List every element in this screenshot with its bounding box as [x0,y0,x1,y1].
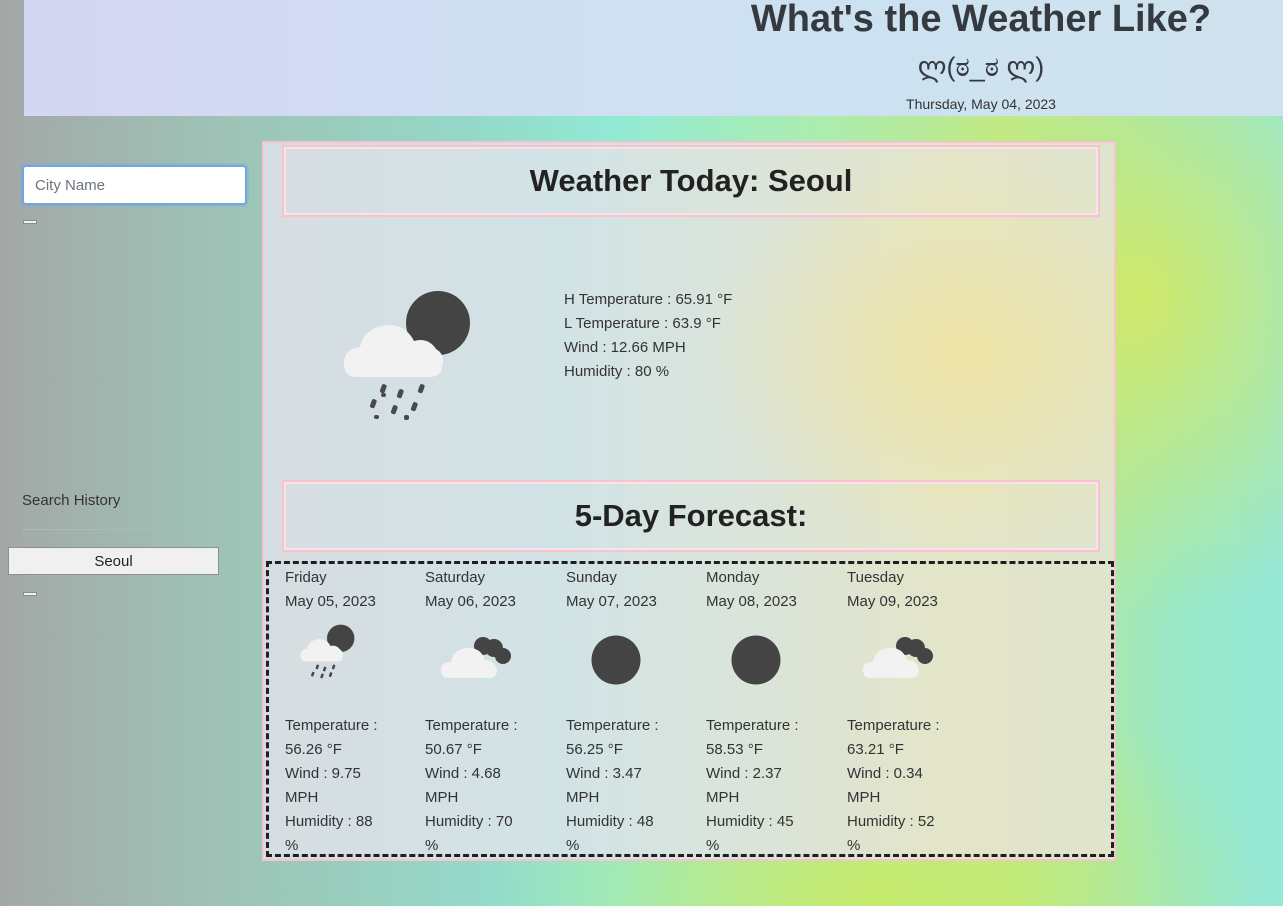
forecast-temp: 58.53 °F [706,741,763,758]
forecast-humidity-unit: % [425,837,439,854]
forecast-wind-unit: MPH [566,789,600,806]
today-heading: Weather Today: Seoul [529,163,853,198]
forecast-card-saturday: Saturday May 06, 2023 Temperature : 50.6… [425,566,560,858]
forecast-date: May 05, 2023 [285,593,376,610]
night-cloud-rain-icon [285,614,420,714]
forecast-temp-label: Temperature : [285,717,378,734]
forecast-temp: 56.26 °F [285,741,342,758]
search-button[interactable] [23,220,37,224]
search-history-label: Search History [22,492,121,509]
today-low-temp: L Temperature : 63.9 °F [564,315,721,332]
forecast-card-tuesday: Tuesday May 09, 2023 Temperature : 63.21… [847,566,982,858]
forecast-wind: Wind : 3.47 [566,765,642,782]
today-heading-box: Weather Today: Seoul [282,145,1100,217]
forecast-humidity: Humidity : 52 [847,813,935,830]
forecast-card-monday: Monday May 08, 2023 Temperature : 58.53 … [706,566,841,858]
moon-clear-icon [566,614,701,714]
today-stats: H Temperature : 65.91 °F L Temperature :… [564,288,732,384]
forecast-day-name: Sunday [566,569,617,586]
forecast-humidity: Humidity : 88 [285,813,373,830]
forecast-humidity-unit: % [847,837,861,854]
current-date: Thursday, May 04, 2023 [906,96,1056,112]
forecast-temp: 50.67 °F [425,741,482,758]
forecast-wind: Wind : 4.68 [425,765,501,782]
forecast-day-name: Friday [285,569,327,586]
forecast-wind-unit: MPH [425,789,459,806]
forecast-card-friday: Friday May 05, 2023 Temperature : 56.26 … [285,566,420,858]
forecast-humidity-unit: % [285,837,299,854]
moon-clear-icon [706,614,841,714]
forecast-temp-label: Temperature : [706,717,799,734]
clear-history-button[interactable] [23,592,37,596]
forecast-wind: Wind : 9.75 [285,765,361,782]
forecast-wind-unit: MPH [706,789,740,806]
page-header: What's the Weather Like? ლ(ಠ_ಠ ლ) Thursd… [24,0,1283,116]
forecast-temp-label: Temperature : [425,717,518,734]
forecast-temp: 63.21 °F [847,741,904,758]
weather-panel: Weather Today: Seoul H Temperature : 65.… [262,141,1116,861]
forecast-date: May 06, 2023 [425,593,516,610]
page-title: What's the Weather Like? [750,0,1212,40]
forecast-wind-unit: MPH [847,789,881,806]
forecast-card-sunday: Sunday May 07, 2023 Temperature : 56.25 … [566,566,701,858]
city-search-input[interactable] [22,165,247,205]
forecast-temp: 56.25 °F [566,741,623,758]
forecast-wind: Wind : 0.34 [847,765,923,782]
forecast-grid: Friday May 05, 2023 Temperature : 56.26 … [266,561,1114,857]
forecast-temp-label: Temperature : [847,717,940,734]
night-broken-clouds-icon [847,614,982,714]
night-cloud-rain-icon [336,285,476,430]
forecast-date: May 08, 2023 [706,593,797,610]
today-high-temp: H Temperature : 65.91 °F [564,291,733,308]
forecast-heading-box: 5-Day Forecast: [282,480,1100,552]
forecast-wind-unit: MPH [285,789,319,806]
history-divider [22,529,247,530]
forecast-humidity-unit: % [566,837,580,854]
forecast-temp-label: Temperature : [566,717,659,734]
today-wind: Wind : 12.66 MPH [564,339,686,356]
forecast-day-name: Saturday [425,569,486,586]
forecast-humidity: Humidity : 45 [706,813,794,830]
forecast-humidity: Humidity : 70 [425,813,513,830]
forecast-date: May 09, 2023 [847,593,938,610]
today-humidity: Humidity : 80 % [564,363,670,380]
forecast-date: May 07, 2023 [566,593,657,610]
night-broken-clouds-icon [425,614,560,714]
forecast-wind: Wind : 2.37 [706,765,782,782]
forecast-humidity: Humidity : 48 [566,813,654,830]
header-face-emoticon: ლ(ಠ_ಠ ლ) [917,52,1045,82]
forecast-day-name: Monday [706,569,760,586]
forecast-humidity-unit: % [706,837,720,854]
history-item-seoul[interactable]: Seoul [8,547,219,575]
forecast-heading: 5-Day Forecast: [574,498,808,533]
forecast-day-name: Tuesday [847,569,904,586]
